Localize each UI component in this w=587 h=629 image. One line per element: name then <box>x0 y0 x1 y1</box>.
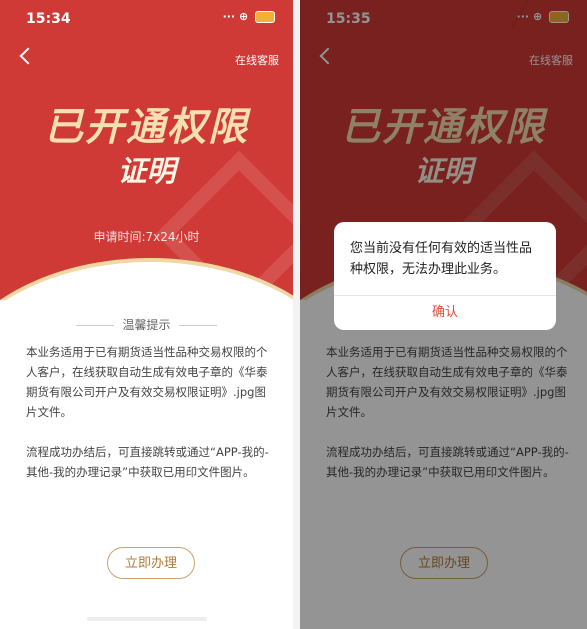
left-phone-screen: 15:34 ··· ⊕ 在线客服 已开通权限 证明 申请时间:7x24小时 温馨… <box>0 0 293 629</box>
apply-time-text: 申请时间:7x24小时 <box>93 230 200 244</box>
home-indicator <box>86 617 207 621</box>
divider-line <box>178 325 217 326</box>
hero-title: 已开通权限 <box>43 105 249 150</box>
network-icon: ⊕ <box>235 10 252 23</box>
dialog-message: 您当前没有任何有效的适当性品种权限，无法办理此业务。 <box>350 241 533 277</box>
online-service-link[interactable]: 在线客服 <box>235 52 279 68</box>
alert-dialog: 您当前没有任何有效的适当性品种权限，无法办理此业务。 确认 <box>334 222 556 330</box>
hero-subtitle: 证明 <box>117 154 176 188</box>
battery-icon <box>255 11 275 23</box>
divider-line <box>76 325 115 326</box>
status-bar: 15:34 ··· ⊕ <box>0 8 293 30</box>
right-phone-screen: 15:35 ··· ⊕ 在线客服 已开通权限 证明 本业务适用于已有期货适当性品… <box>300 0 587 629</box>
tips-paragraph-2: 流程成功办结后，可直接跳转或通过“APP-我的-其他-我的办理记录”中获取已用印… <box>26 445 269 479</box>
tips-paragraph-1: 本业务适用于已有期货适当性品种交易权限的个人客户，在线获取自动生成有效电子章的《… <box>26 345 268 419</box>
confirm-button[interactable]: 确认 <box>334 295 556 330</box>
status-icons: ··· ⊕ <box>223 10 275 23</box>
status-time: 15:34 <box>26 11 71 27</box>
screen-divider <box>293 0 300 629</box>
apply-now-button[interactable]: 立即办理 <box>107 547 195 579</box>
tips-heading-label: 温馨提示 <box>122 318 171 332</box>
tips-heading: 温馨提示 <box>0 316 293 333</box>
